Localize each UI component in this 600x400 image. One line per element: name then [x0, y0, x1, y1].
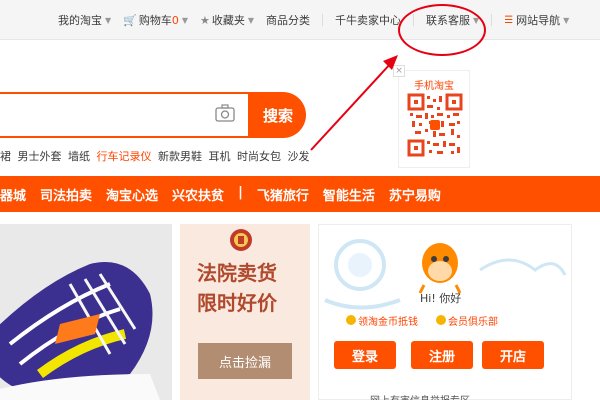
camera-icon[interactable] [215, 104, 235, 122]
close-icon[interactable]: × [393, 65, 405, 77]
favorites-link[interactable]: ★ 收藏夹 ▼ [200, 12, 254, 28]
court-title-line1: 法院卖货 [197, 261, 277, 285]
report-notice-link[interactable]: 网上有害信息举报专区 [370, 392, 470, 400]
shoe-banner[interactable] [0, 224, 172, 400]
court-title-line2: 限时好价 [197, 291, 277, 315]
open-shop-button[interactable]: 开店 [482, 341, 544, 369]
category-item[interactable]: 兴农扶贫 [172, 185, 224, 204]
site-nav-label: 网站导航 [516, 14, 561, 27]
categories-link[interactable]: 商品分类 [266, 12, 310, 28]
menu-icon: ☰ [504, 14, 514, 26]
hot-word[interactable]: 沙发 [288, 150, 310, 163]
category-item[interactable]: 智能生活 [323, 185, 375, 204]
coin-icon [346, 315, 356, 325]
category-item[interactable]: 司法拍卖 [40, 185, 92, 204]
favorites-label: 收藏夹 [211, 14, 245, 27]
search-input[interactable] [0, 92, 250, 138]
seller-center-link[interactable]: 千牛卖家中心 [335, 12, 401, 28]
hot-word[interactable]: 新款男鞋 [158, 150, 202, 163]
categories-label: 商品分类 [266, 14, 311, 27]
hot-words: 裙 男士外套 墙纸 行车记录仪 新款男鞋 耳机 时尚女包 沙发 [0, 148, 313, 164]
cart-link[interactable]: 🛒 购物车 0 ▼ [123, 12, 188, 28]
category-nav: 器城 司法拍卖 淘宝心选 兴农扶贫 | 飞猪旅行 智能生活 苏宁易购 [0, 185, 455, 204]
hot-word[interactable]: 墙纸 [68, 150, 90, 163]
chevron-down-icon: ▼ [105, 15, 112, 25]
coins-badge[interactable]: 领淘金币抵钱 [346, 313, 418, 328]
grab-deal-button[interactable]: 点击捡漏 [198, 343, 292, 379]
club-badge[interactable]: 会员俱乐部 [436, 313, 498, 328]
hot-word[interactable]: 耳机 [209, 150, 231, 163]
top-nav: 我的淘宝 ▼ 🛒 购物车 0 ▼ ★ 收藏夹 ▼ 商品分类 千牛卖家中心 联系客… [58, 12, 581, 28]
shoe-image [0, 224, 172, 400]
qr-title: 手机淘宝 [414, 81, 454, 92]
category-divider: | [238, 185, 243, 200]
greeting: Hi! 你好 [420, 292, 462, 305]
hot-word[interactable]: 时尚女包 [237, 150, 281, 163]
chevron-down-icon: ▼ [247, 15, 255, 25]
star-icon: ★ [200, 13, 210, 27]
hot-word[interactable]: 裙 [0, 150, 11, 163]
login-button[interactable]: 登录 [334, 341, 396, 369]
chevron-down-icon: ▼ [181, 15, 189, 25]
qr-code-image [407, 93, 463, 157]
court-emblem-icon [230, 229, 252, 251]
category-item[interactable]: 飞猪旅行 [257, 185, 309, 204]
my-taobao-link[interactable]: 我的淘宝 ▼ [58, 12, 111, 28]
my-taobao-label: 我的淘宝 [58, 14, 102, 27]
cart-label: 购物车 [138, 14, 172, 27]
cart-icon: 🛒 [123, 13, 137, 27]
court-sale-title: 法院卖货 限时好价 [197, 258, 277, 318]
search-button[interactable]: 搜索 [250, 92, 306, 138]
cart-count: 0 [171, 13, 179, 27]
divider [491, 14, 493, 26]
annotation-circle [398, 4, 486, 56]
chevron-down-icon: ▼ [563, 15, 570, 25]
club-icon [436, 315, 446, 325]
club-badge-label: 会员俱乐部 [448, 316, 498, 328]
category-item[interactable]: 器城 [0, 185, 26, 204]
register-button[interactable]: 注册 [411, 341, 473, 369]
seller-center-label: 千牛卖家中心 [335, 14, 402, 27]
hot-word-highlight[interactable]: 行车记录仪 [97, 150, 152, 163]
site-nav-link[interactable]: ☰ 网站导航 ▼ [504, 12, 569, 28]
coins-badge-label: 领淘金币抵钱 [358, 316, 418, 328]
hot-word[interactable]: 男士外套 [18, 150, 62, 163]
mobile-taobao-qr-card: × 手机淘宝 [393, 65, 470, 168]
divider [322, 14, 324, 26]
category-item[interactable]: 苏宁易购 [389, 185, 441, 204]
category-item[interactable]: 淘宝心选 [106, 185, 158, 204]
